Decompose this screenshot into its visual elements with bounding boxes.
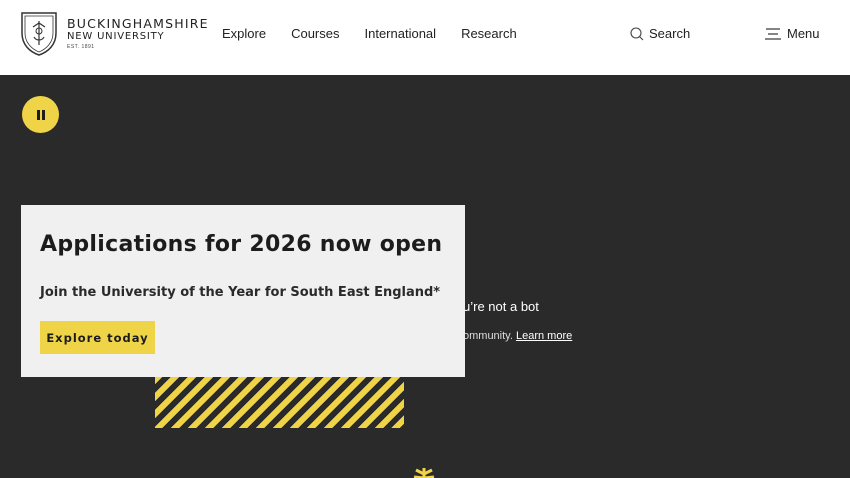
search-button[interactable]: Search (630, 26, 690, 41)
nav-international[interactable]: International (365, 26, 437, 41)
pause-icon-bar (41, 109, 45, 120)
flower-icon (413, 468, 435, 478)
hamburger-icon (765, 27, 781, 40)
menu-label: Menu (787, 26, 820, 41)
nav-research[interactable]: Research (461, 26, 517, 41)
promo-subtitle: Join the University of the Year for Sout… (40, 285, 441, 300)
promo-title: Applications for 2026 now open (40, 232, 443, 257)
logo-line2: NEW UNIVERSITY (67, 31, 165, 43)
decorative-stripes (155, 376, 404, 428)
logo-line1: BUCKINGHAMSHIRE (67, 15, 209, 31)
university-logo[interactable]: BUCKINGHAMSHIRE NEW UNIVERSITY EST. 1891 (20, 11, 209, 57)
nav-courses[interactable]: Courses (291, 26, 339, 41)
site-header: BUCKINGHAMSHIRE NEW UNIVERSITY EST. 1891… (0, 0, 850, 75)
pause-button[interactable] (22, 96, 59, 133)
logo-established: EST. 1891 (67, 44, 95, 51)
search-icon (630, 26, 644, 40)
search-label: Search (649, 26, 691, 41)
bot-check-heading: u’re not a bot (463, 299, 539, 314)
bot-check-sub: ommunity. (463, 330, 516, 342)
bot-check-text: ommunity. Learn more (463, 330, 572, 342)
learn-more-link[interactable]: Learn more (516, 330, 572, 342)
explore-today-button[interactable]: Explore today (40, 321, 155, 354)
main-nav: Explore Courses International Research (222, 26, 542, 41)
pause-icon (36, 109, 40, 120)
promo-card: Applications for 2026 now open Join the … (21, 205, 465, 377)
nav-explore[interactable]: Explore (222, 26, 266, 41)
menu-button[interactable]: Menu (764, 26, 820, 41)
crest-icon (21, 12, 57, 56)
